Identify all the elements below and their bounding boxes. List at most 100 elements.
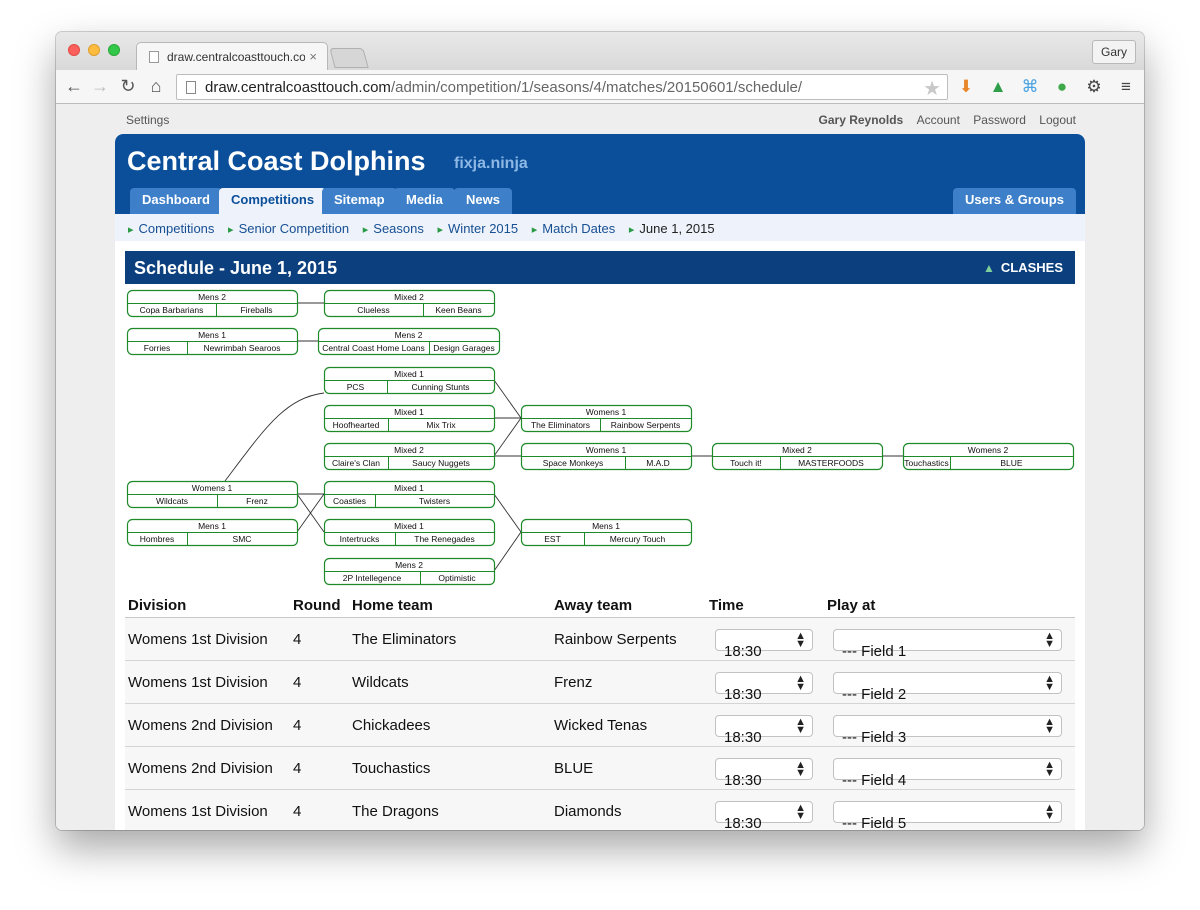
download-icon[interactable]: ⬇ xyxy=(956,77,976,97)
clash-line xyxy=(493,379,522,419)
match-division: Womens 2 xyxy=(968,445,1009,455)
time-select[interactable]: 18:30 ▲ ▼ xyxy=(715,801,813,830)
back-arrow-icon[interactable]: ← xyxy=(64,76,84,96)
url-host: draw.centralcoasttouch.com xyxy=(205,79,391,96)
match-away-team: Frenz xyxy=(246,496,268,506)
cell-round: 4 xyxy=(293,760,302,777)
drive-icon[interactable]: ▲ xyxy=(988,77,1008,97)
match-node[interactable]: Mens 1 Hombres SMC xyxy=(126,518,299,547)
tab-news[interactable]: News xyxy=(454,188,512,214)
select-arrows-icon: ▲ ▼ xyxy=(795,759,806,779)
tab-close-icon[interactable]: × xyxy=(309,49,317,64)
gear-icon[interactable]: ⚙ xyxy=(1084,77,1104,97)
new-tab-button[interactable] xyxy=(329,48,369,68)
breadcrumb-competitions[interactable]: Competitions xyxy=(128,221,214,236)
match-node[interactable]: Mens 2 Copa Barbarians Fireballs xyxy=(126,289,299,318)
select-arrows-icon: ▲ ▼ xyxy=(795,673,806,693)
field-select[interactable]: --- Field 4 ▲ ▼ xyxy=(833,758,1062,789)
settings-link[interactable]: Settings xyxy=(126,113,169,127)
match-away-team: BLUE xyxy=(1000,458,1023,468)
match-node[interactable]: Mixed 2 Clueless Keen Beans xyxy=(323,289,496,318)
match-away-team: Fireballs xyxy=(240,305,272,315)
site-name[interactable]: Central Coast Dolphins xyxy=(127,146,426,177)
match-node[interactable]: Mixed 1 Coasties Twisters xyxy=(323,480,496,509)
browser-toolbar: ← → ↻ ⌂ draw.centralcoasttouch.com/admin… xyxy=(56,70,1144,104)
time-value: 18:30 xyxy=(724,815,762,830)
table-body: Womens 1st Division 4 The Eliminators Rainb… xyxy=(125,618,1075,830)
select-arrows-icon: ▲ ▼ xyxy=(1044,630,1055,650)
match-node[interactable]: Mens 1 EST Mercury Touch xyxy=(520,518,693,547)
table-row: Womens 1st Division 4 Wildcats Frenz 18:30 ▲ ▼… xyxy=(125,661,1075,704)
match-node[interactable]: Mens 2 Central Coast Home Loans Design Gar… xyxy=(317,327,501,356)
match-node[interactable]: Mens 2 2P Intellegence Optimistic xyxy=(323,557,496,586)
breadcrumb-match-dates[interactable]: Match Dates xyxy=(532,221,616,236)
match-node[interactable]: Mixed 2 Claire's Clan Saucy Nuggets xyxy=(323,442,496,471)
match-node[interactable]: Womens 2 Touchastics BLUE xyxy=(902,442,1075,471)
table-row: Womens 2nd Division 4 Touchastics BLUE 18:30… xyxy=(125,747,1075,790)
field-select[interactable]: --- Field 1 ▲ ▼ xyxy=(833,629,1062,660)
match-node[interactable]: Mens 1 Forries Newrimbah Searoos xyxy=(126,327,299,356)
page-icon xyxy=(149,51,159,63)
cell-home-team: The Dragons xyxy=(352,803,439,820)
match-division: Mixed 1 xyxy=(394,483,424,493)
content-panel: Central Coast Dolphins fixja.ninja Dashb… xyxy=(115,134,1085,830)
reload-icon[interactable]: ↻ xyxy=(118,76,138,96)
menu-icon[interactable]: ≡ xyxy=(1116,77,1136,97)
tab-sitemap[interactable]: Sitemap xyxy=(322,188,397,214)
time-select[interactable]: 18:30 ▲ ▼ xyxy=(715,629,813,660)
forward-arrow-icon[interactable]: → xyxy=(90,76,110,96)
match-node[interactable]: Womens 1 Wildcats Frenz xyxy=(126,480,299,509)
match-node[interactable]: Mixed 2 Touch it! MASTERFOODS xyxy=(711,442,884,471)
time-select[interactable]: 18:30 ▲ ▼ xyxy=(715,715,813,746)
minimize-window-button[interactable] xyxy=(88,44,100,56)
field-value: --- Field 3 xyxy=(842,729,907,746)
match-away-team: Saucy Nuggets xyxy=(412,458,470,468)
breadcrumb-seasons[interactable]: Seasons xyxy=(363,221,424,236)
close-window-button[interactable] xyxy=(68,44,80,56)
match-division: Mixed 1 xyxy=(394,369,424,379)
clashes-button[interactable]: ▲ CLASHES xyxy=(983,260,1063,275)
breadcrumb-senior-competition[interactable]: Senior Competition xyxy=(228,221,349,236)
match-node[interactable]: Womens 1 Space Monkeys M.A.D xyxy=(520,442,693,471)
extension-icon[interactable]: ⌘ xyxy=(1020,77,1040,97)
password-link[interactable]: Password xyxy=(973,113,1026,127)
logout-link[interactable]: Logout xyxy=(1039,113,1076,127)
schedule-title: Schedule - June 1, 2015 xyxy=(134,258,338,278)
tab-users-groups[interactable]: Users & Groups xyxy=(953,188,1076,214)
table-header: Division Round Home team Away team Time … xyxy=(125,594,1075,618)
breadcrumb-winter-2015[interactable]: Winter 2015 xyxy=(438,221,519,236)
table-row: Womens 1st Division 4 The Dragons Diamonds 1… xyxy=(125,790,1075,830)
cell-home-team: Wildcats xyxy=(352,674,409,691)
tab-title: draw.centralcoasttouch.co xyxy=(167,50,305,64)
bookmark-star-icon[interactable]: ★ xyxy=(923,76,941,99)
cell-round: 4 xyxy=(293,631,302,648)
breadcrumb: Competitions Senior Competition Seasons … xyxy=(115,214,1085,241)
match-node[interactable]: Mixed 1 PCS Cunning Stunts xyxy=(323,366,496,395)
profile-button[interactable]: Gary xyxy=(1091,40,1136,64)
tab-competitions[interactable]: Competitions xyxy=(219,188,327,214)
zoom-window-button[interactable] xyxy=(108,44,120,56)
home-icon[interactable]: ⌂ xyxy=(146,76,166,96)
match-home-team: Central Coast Home Loans xyxy=(322,343,425,353)
cell-away-team: Wicked Tenas xyxy=(554,717,648,734)
tab-dashboard[interactable]: Dashboard xyxy=(130,188,222,214)
tab-media[interactable]: Media xyxy=(394,188,455,214)
match-home-team: PCS xyxy=(347,382,365,392)
account-link[interactable]: Account xyxy=(917,113,960,127)
match-node[interactable]: Mixed 1 Intertrucks The Renegades xyxy=(323,518,496,547)
cell-round: 4 xyxy=(293,674,302,691)
match-node[interactable]: Mixed 1 Hoofhearted Mix Trix xyxy=(323,404,496,433)
field-select[interactable]: --- Field 2 ▲ ▼ xyxy=(833,672,1062,703)
time-select[interactable]: 18:30 ▲ ▼ xyxy=(715,758,813,789)
time-select[interactable]: 18:30 ▲ ▼ xyxy=(715,672,813,703)
match-division: Mixed 2 xyxy=(394,292,424,302)
header-play-at: Play at xyxy=(827,597,876,614)
address-bar[interactable]: draw.centralcoasttouch.com/admin/competi… xyxy=(176,74,948,100)
match-node[interactable]: Womens 1 The Eliminators Rainbow Serpents xyxy=(520,404,693,433)
clash-line xyxy=(493,531,522,572)
page-icon xyxy=(186,81,196,94)
field-select[interactable]: --- Field 5 ▲ ▼ xyxy=(833,801,1062,830)
evernote-icon[interactable]: ● xyxy=(1052,77,1072,97)
browser-tab[interactable]: draw.centralcoasttouch.co × xyxy=(136,42,328,70)
field-select[interactable]: --- Field 3 ▲ ▼ xyxy=(833,715,1062,746)
